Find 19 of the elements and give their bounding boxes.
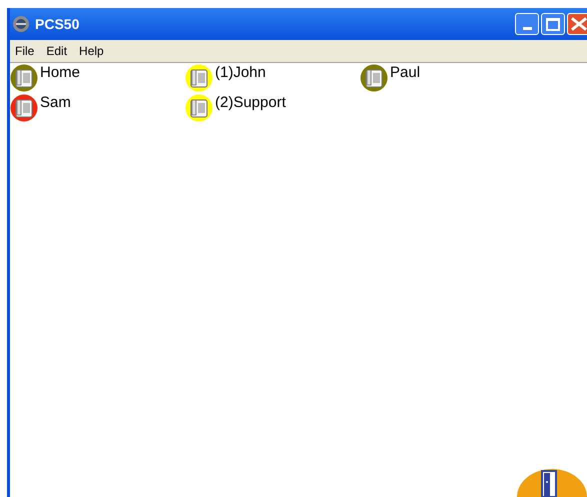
contact-name[interactable]: Paul bbox=[390, 64, 420, 82]
phone-status-icon[interactable] bbox=[360, 64, 388, 92]
window-title: PCS50 bbox=[35, 14, 80, 34]
contact-name[interactable]: (2)Support bbox=[215, 94, 286, 112]
menu-item[interactable]: Edit bbox=[46, 42, 68, 60]
contact-name[interactable]: Sam bbox=[40, 94, 71, 112]
app-icon bbox=[12, 15, 30, 33]
menu-item[interactable]: File bbox=[15, 42, 34, 60]
close-button[interactable] bbox=[567, 13, 587, 35]
contact-name[interactable]: Home bbox=[40, 64, 80, 82]
contact-name[interactable]: (1)John bbox=[215, 64, 266, 82]
phone-status-icon[interactable] bbox=[185, 64, 213, 92]
menu-item[interactable]: Help bbox=[79, 42, 104, 60]
phone-status-icon[interactable] bbox=[10, 94, 38, 122]
maximize-button[interactable] bbox=[541, 13, 565, 35]
exit-door-button[interactable] bbox=[517, 468, 587, 497]
minimize-button[interactable] bbox=[515, 13, 539, 35]
phone-status-icon[interactable] bbox=[185, 94, 213, 122]
phone-status-icon[interactable] bbox=[10, 64, 38, 92]
